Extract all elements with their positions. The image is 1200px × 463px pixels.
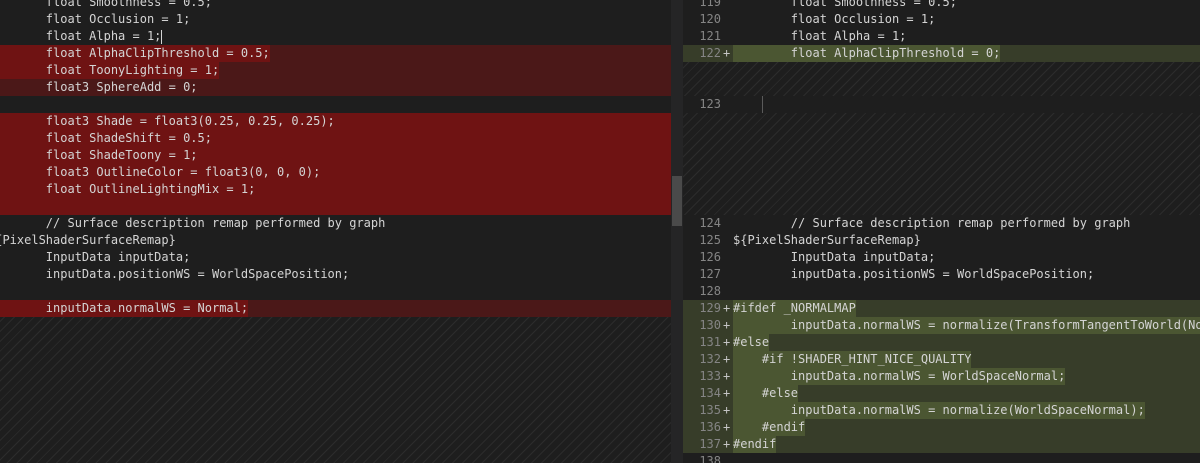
text-cursor [161,29,163,44]
code-line: 124 // Surface description remap perform… [699,216,1131,230]
diff-filler [0,317,671,463]
deleted-line: float3 Shade = float3(0.25, 0.25, 0.25); [0,113,671,130]
modified-editor-pane[interactable]: 119 float Smoothness = 0.5; 120 float Oc… [683,0,1200,463]
diff-filler [683,113,1200,215]
inserted-line: 133 + inputData.normalWS = WorldSpaceNorm… [683,368,1200,385]
deleted-line: float OutlineLightingMix = 1; [0,181,671,198]
inserted-line: 129 + #ifdef _NORMALMAP [683,300,1200,317]
code-line: 120 float Occlusion = 1; [699,12,936,26]
code-line: float Smoothness = 0.5; [0,0,212,9]
deleted-line: float AlphaClipThreshold = 0.5; [0,45,671,62]
diff-filler [683,62,1200,96]
deleted-line: float ShadeShift = 0.5; [0,130,671,147]
inserted-line: 122 + float AlphaClipThreshold = 0; [683,45,1200,62]
inserted-line: 132 + #if !SHADER_HINT_NICE_QUALITY [683,351,1200,368]
code-line: 128 [699,284,721,298]
code-line: // Surface description remap performed b… [0,216,386,230]
deleted-line: float ShadeToony = 1; [0,147,671,164]
code-line: float Occlusion = 1; [0,12,191,26]
original-editor-pane[interactable]: float Smoothness = 0.5; float Occlusion … [0,0,671,463]
scrollbar-thumb[interactable] [672,176,682,226]
scrollbar[interactable] [671,0,683,463]
deleted-line [0,198,671,215]
code-line: 138 [699,454,721,463]
deleted-line: float ToonyLighting = 1; [0,62,671,79]
code-line: inputData.positionWS = WorldSpacePositio… [0,267,350,281]
deleted-line: float3 OutlineColor = float3(0, 0, 0); [0,164,671,181]
code-line: 123 [699,97,721,111]
indent-guide [762,96,763,113]
code-line: 125 ${PixelShaderSurfaceRemap} [699,233,921,247]
code-line: ${PixelShaderSurfaceRemap} [0,233,176,247]
inserted-line: 135 + inputData.normalWS = normalize(Worl… [683,402,1200,419]
inserted-line: 131 + #else [683,334,1200,351]
code-line: 126 InputData inputData; [699,250,936,264]
inserted-line: 130 + inputData.normalWS = normalize(Tran… [683,317,1200,334]
code-line: 121 float Alpha = 1; [699,29,907,43]
code-line: InputData inputData; [0,250,191,264]
deleted-line: float3 SphereAdd = 0; [0,79,671,96]
inserted-line: 137 + #endif [683,436,1200,453]
code-line: float Alpha = 1; [0,29,163,44]
code-line: 119 float Smoothness = 0.5; [699,0,957,9]
inserted-line: 134 + #else [683,385,1200,402]
inserted-line: 136 + #endif [683,419,1200,436]
code-line: 127 inputData.positionWS = WorldSpacePos… [699,267,1095,281]
deleted-line: inputData.normalWS = Normal; [0,300,671,317]
